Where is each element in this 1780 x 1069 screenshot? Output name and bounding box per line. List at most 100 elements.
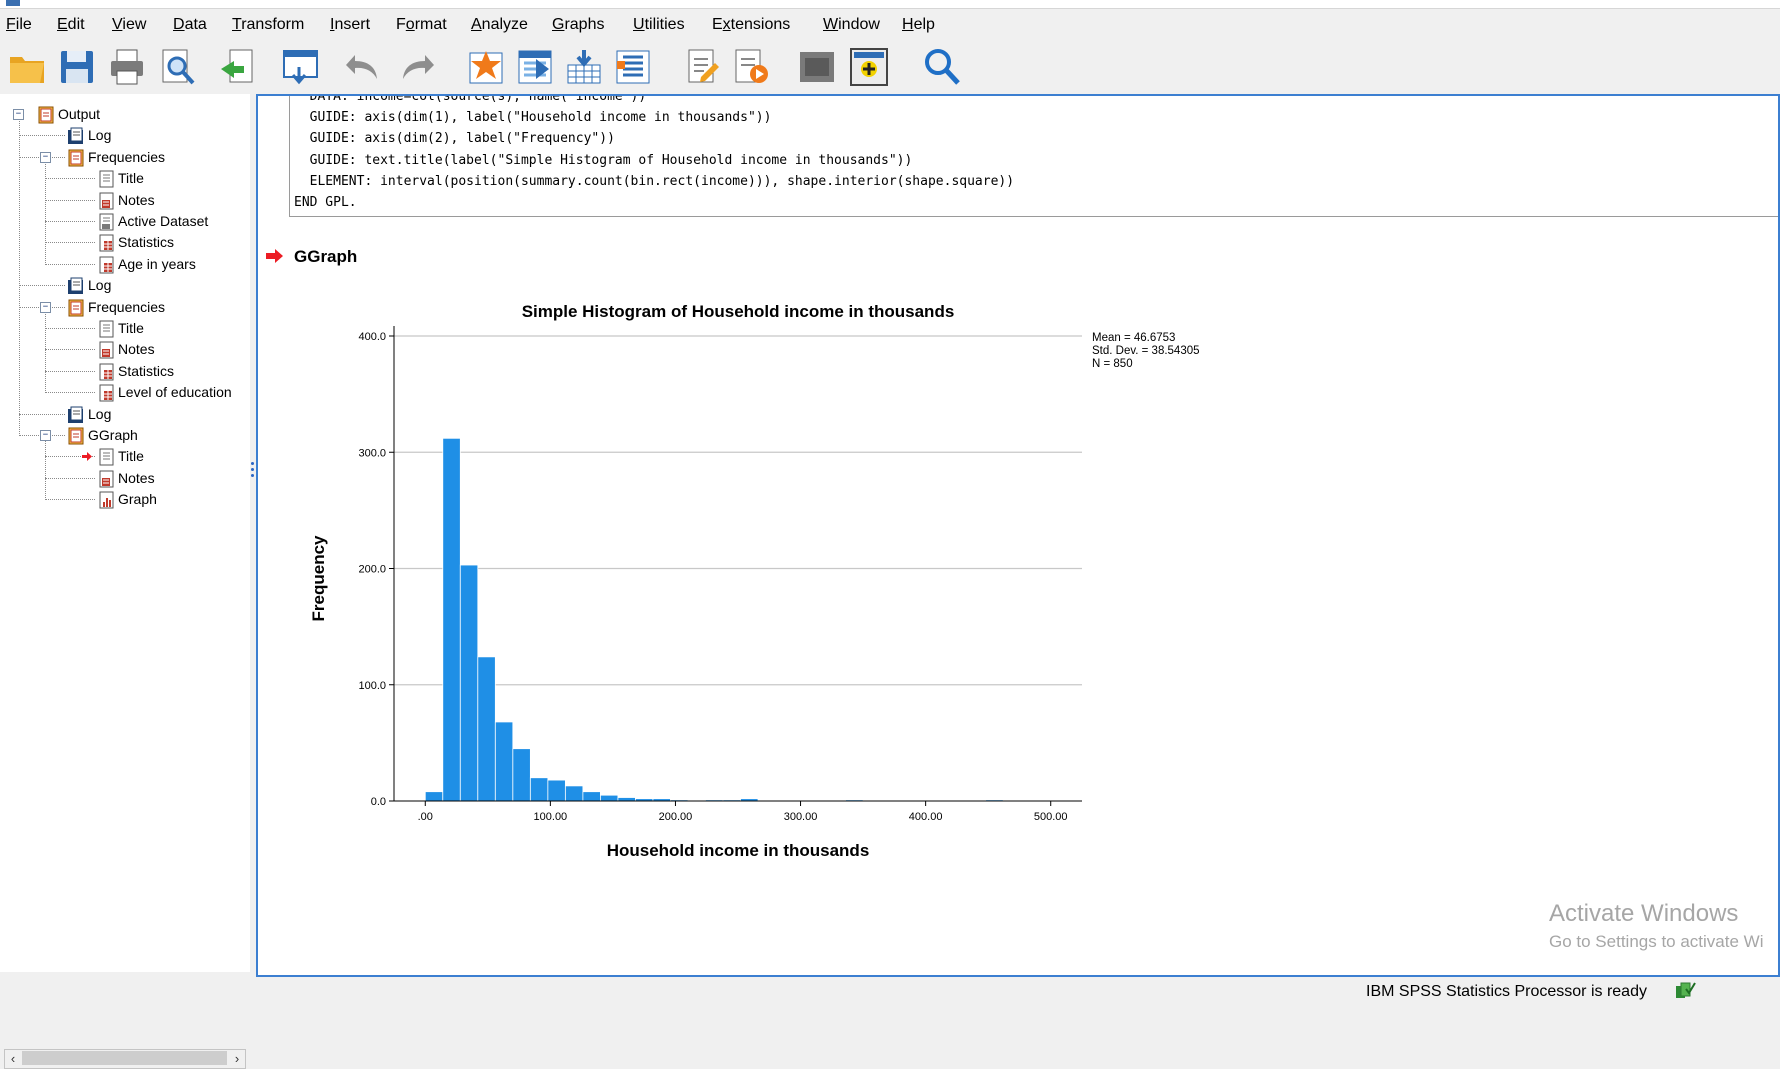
tree-item-label[interactable]: Frequencies xyxy=(88,299,165,315)
tree-collapse-toggle[interactable]: − xyxy=(40,301,51,313)
y-tick-label: 300.0 xyxy=(358,447,386,459)
scroll-left-icon[interactable]: ‹ xyxy=(5,1050,21,1068)
notes-icon xyxy=(97,470,114,488)
menu-format[interactable]: Format xyxy=(396,16,447,34)
designate-window-icon[interactable] xyxy=(797,47,837,89)
x-tick-label: 100.00 xyxy=(534,811,568,823)
tree-item-label[interactable]: Active Dataset xyxy=(118,213,208,229)
histogram-chart[interactable]: Simple Histogram of Household income in … xyxy=(302,281,1202,881)
chart-statistic: Mean = 46.6753 xyxy=(1092,332,1175,344)
output-viewer[interactable]: DATA: income=col(source(s), name("income… xyxy=(256,94,1780,977)
open-folder-icon[interactable] xyxy=(8,47,48,89)
tree-item-label[interactable]: Notes xyxy=(118,192,155,208)
tree-item-label[interactable]: GGraph xyxy=(88,427,138,443)
y-tick-label: 200.0 xyxy=(358,564,386,576)
tree-item-label[interactable]: Output xyxy=(58,106,100,122)
tree-item-label[interactable]: Age in years xyxy=(118,256,196,272)
menu-insert[interactable]: Insert xyxy=(330,16,370,34)
undo-icon[interactable] xyxy=(343,47,383,89)
tree-item-label[interactable]: Title xyxy=(118,448,144,464)
tree-collapse-toggle[interactable]: − xyxy=(40,151,51,163)
menu-view[interactable]: View xyxy=(112,16,146,34)
menu-extensions[interactable]: Extensions xyxy=(712,16,790,34)
status-text: IBM SPSS Statistics Processor is ready xyxy=(1366,983,1647,1000)
tree-item-label[interactable]: Statistics xyxy=(118,363,174,379)
syntax-line: GUIDE: text.title(label("Simple Histogra… xyxy=(294,152,913,168)
histogram-bar xyxy=(547,779,566,802)
syntax-line: GUIDE: axis(dim(2), label("Frequency")) xyxy=(294,131,615,147)
tree-connector-line xyxy=(45,499,95,501)
syntax-line: DATA: income=col(source(s), name("income… xyxy=(294,94,647,104)
ggraph-heading-label: GGraph xyxy=(294,247,358,266)
tree-connector-line xyxy=(45,328,95,329)
menu-edit[interactable]: Edit xyxy=(57,16,85,34)
log-icon xyxy=(67,277,84,295)
window-title-strip xyxy=(0,0,1780,9)
x-axis-label: Household income in thousands xyxy=(607,841,870,860)
variables-icon[interactable] xyxy=(614,47,654,89)
export-icon[interactable] xyxy=(218,47,258,89)
menu-transform[interactable]: Transform xyxy=(232,16,304,34)
menu-graphs[interactable]: Graphs xyxy=(552,16,604,34)
tree-item-label[interactable]: Notes xyxy=(118,470,155,486)
procedure-book-icon xyxy=(67,427,84,445)
x-tick-label: 200.00 xyxy=(659,811,693,823)
status-bar: IBM SPSS Statistics Processor is ready xyxy=(0,977,1780,1005)
syntax-line: END GPL. xyxy=(294,195,357,210)
splitter-grip-dot xyxy=(251,462,254,465)
menu-data[interactable]: Data xyxy=(173,16,207,34)
tree-item-label[interactable]: Graph xyxy=(118,491,157,507)
tree-item-label[interactable]: Title xyxy=(118,170,144,186)
scrollbar-thumb[interactable] xyxy=(22,1051,227,1065)
x-tick-label: 400.00 xyxy=(909,811,943,823)
log-icon xyxy=(67,406,84,423)
chart-title: Simple Histogram of Household income in … xyxy=(522,302,955,321)
tree-item-label[interactable]: Statistics xyxy=(118,234,174,250)
histogram-bar xyxy=(442,437,461,802)
tree-item-label[interactable]: Notes xyxy=(118,341,155,357)
tree-collapse-toggle[interactable]: − xyxy=(13,109,24,120)
syntax-line: ELEMENT: interval(position(summary.count… xyxy=(294,173,1015,189)
tree-item-label[interactable]: Level of education xyxy=(118,384,232,400)
run-script-icon[interactable] xyxy=(732,47,772,89)
current-item-arrow-icon xyxy=(82,452,92,462)
y-tick-label: 400.0 xyxy=(358,331,386,343)
goto-data-icon[interactable] xyxy=(467,47,507,89)
goto-case-icon[interactable] xyxy=(516,47,556,89)
table-icon xyxy=(97,363,114,381)
menu-analyze[interactable]: Analyze xyxy=(471,16,528,34)
histogram-bar xyxy=(459,564,479,802)
table-icon xyxy=(97,384,114,402)
syntax-block: DATA: income=col(source(s), name("income… xyxy=(289,94,1778,217)
new-output-icon[interactable] xyxy=(849,47,889,89)
menu-file[interactable]: File xyxy=(6,16,32,34)
tree-collapse-toggle[interactable]: − xyxy=(40,430,51,441)
histogram-bar xyxy=(477,656,496,802)
tree-item-label[interactable]: Frequencies xyxy=(88,149,165,165)
print-icon[interactable] xyxy=(108,47,148,89)
table-icon xyxy=(97,234,114,252)
activate-windows-watermark: Activate Windows Go to Settings to activ… xyxy=(1549,900,1763,952)
scroll-right-icon[interactable]: › xyxy=(229,1050,245,1068)
tree-item-label[interactable]: Log xyxy=(88,127,111,143)
menu-utilities[interactable]: Utilities xyxy=(633,16,685,34)
tree-item-label[interactable]: Log xyxy=(88,277,111,293)
tree-item-label[interactable]: Log xyxy=(88,406,111,422)
toolbar xyxy=(0,42,1780,94)
menu-help[interactable]: Help xyxy=(902,16,935,34)
histogram-bar xyxy=(512,748,531,802)
outline-horizontal-scrollbar[interactable]: ‹ › xyxy=(4,1049,246,1069)
recall-dialog-icon[interactable] xyxy=(281,47,321,89)
goto-variable-icon[interactable] xyxy=(565,47,605,89)
save-icon[interactable] xyxy=(58,47,98,89)
show-items-icon[interactable] xyxy=(683,47,723,89)
x-tick-label: 300.00 xyxy=(784,811,818,823)
x-tick-label: .00 xyxy=(418,811,433,823)
search-icon[interactable] xyxy=(922,47,962,89)
redo-icon[interactable] xyxy=(399,47,439,89)
y-tick-label: 0.0 xyxy=(371,796,386,808)
menu-window[interactable]: Window xyxy=(823,16,880,34)
print-preview-icon[interactable] xyxy=(158,47,198,89)
histogram-bar xyxy=(599,794,619,802)
tree-item-label[interactable]: Title xyxy=(118,320,144,336)
